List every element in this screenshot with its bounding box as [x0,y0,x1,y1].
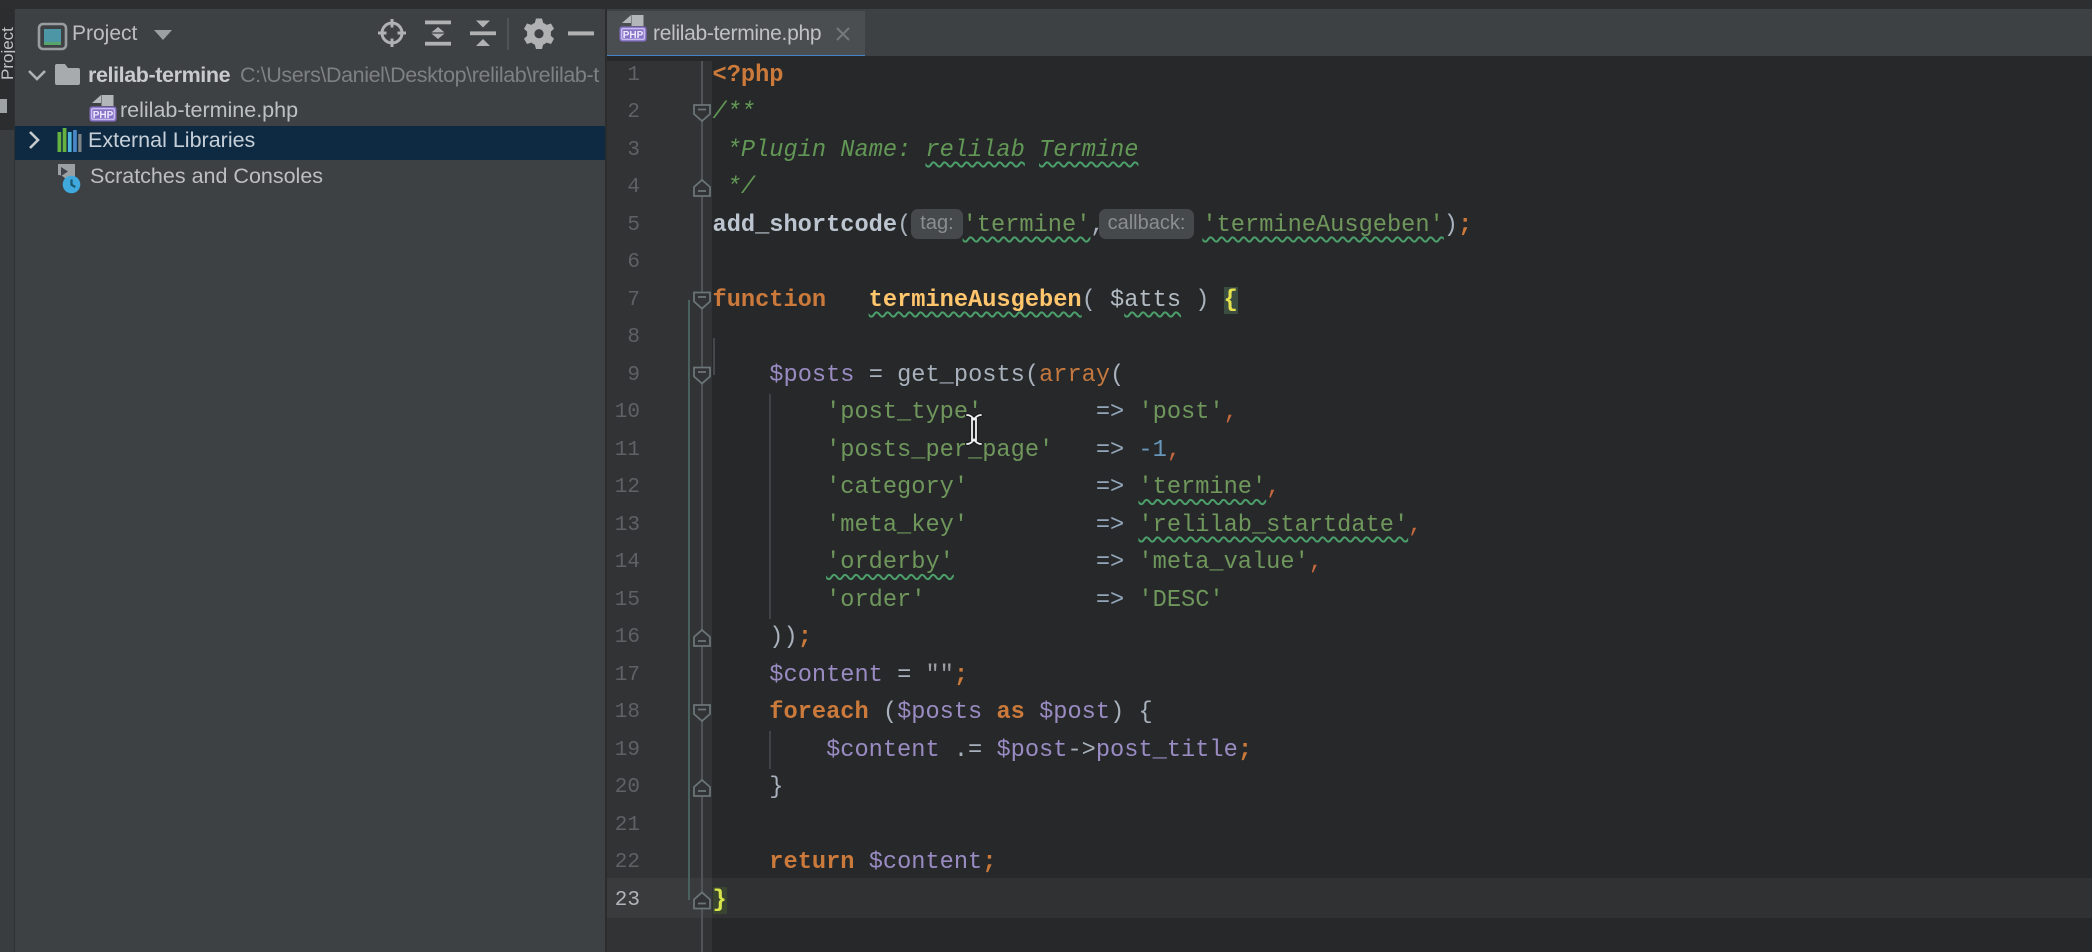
svg-text:PHP: PHP [93,110,114,121]
svg-text:PHP: PHP [623,30,644,41]
